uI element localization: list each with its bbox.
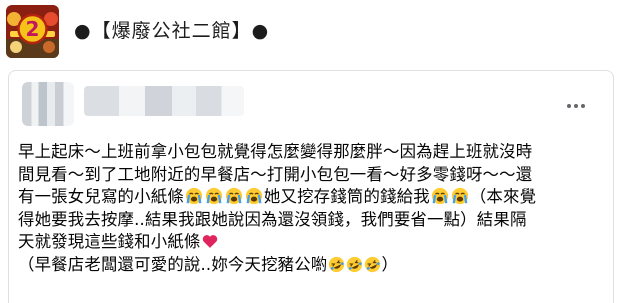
post-line: （早餐店老闆還可愛的說..妳今天挖豬公喲） [18, 254, 399, 274]
author-avatar[interactable] [22, 82, 74, 126]
group-header: 2 ●【爆廢公社二館】● [0, 0, 620, 62]
group-logo-image: 2 [6, 5, 59, 58]
crying-face-icon [185, 187, 203, 205]
rofl-face-icon [328, 256, 345, 272]
rofl-face-icon [346, 256, 363, 272]
post-line: 有一張女兒寫的小紙條 她又挖存錢筒的錢給我 （本來覺 [18, 187, 537, 206]
crying-face-icon [451, 187, 468, 205]
post-line: 得她要我去按摩..結果我跟她說因為還沒領錢，我們要省一點）結果隔 [18, 209, 527, 229]
post-line: 天就發現這些錢和小紙條 [18, 231, 614, 254]
crying-face-icon [205, 187, 223, 205]
crying-face-icon [431, 187, 448, 205]
group-title[interactable]: ●【爆廢公社二館】● [74, 16, 269, 43]
group-logo[interactable]: 2 [6, 5, 59, 58]
post-line: 早上起床～上班前拿小包包就覺得怎麼變得那麼胖～因為趕上班就沒時 [18, 142, 533, 161]
group-logo-label: 2 [26, 17, 40, 41]
more-options-icon[interactable] [562, 94, 590, 118]
crying-face-icon [245, 187, 263, 205]
post-line: 間見看～到了工地附近的早餐店～打開小包包一看～好多零錢呀～～還 [18, 164, 533, 184]
crying-face-icon [225, 187, 243, 205]
rofl-face-icon [364, 256, 381, 272]
heart-icon [202, 235, 217, 248]
author-name-redacted[interactable] [84, 86, 244, 116]
post-text: 早上起床～上班前拿小包包就覺得怎麼變得那麼胖～因為趕上班就沒時 間見看～到了工地… [18, 141, 614, 276]
